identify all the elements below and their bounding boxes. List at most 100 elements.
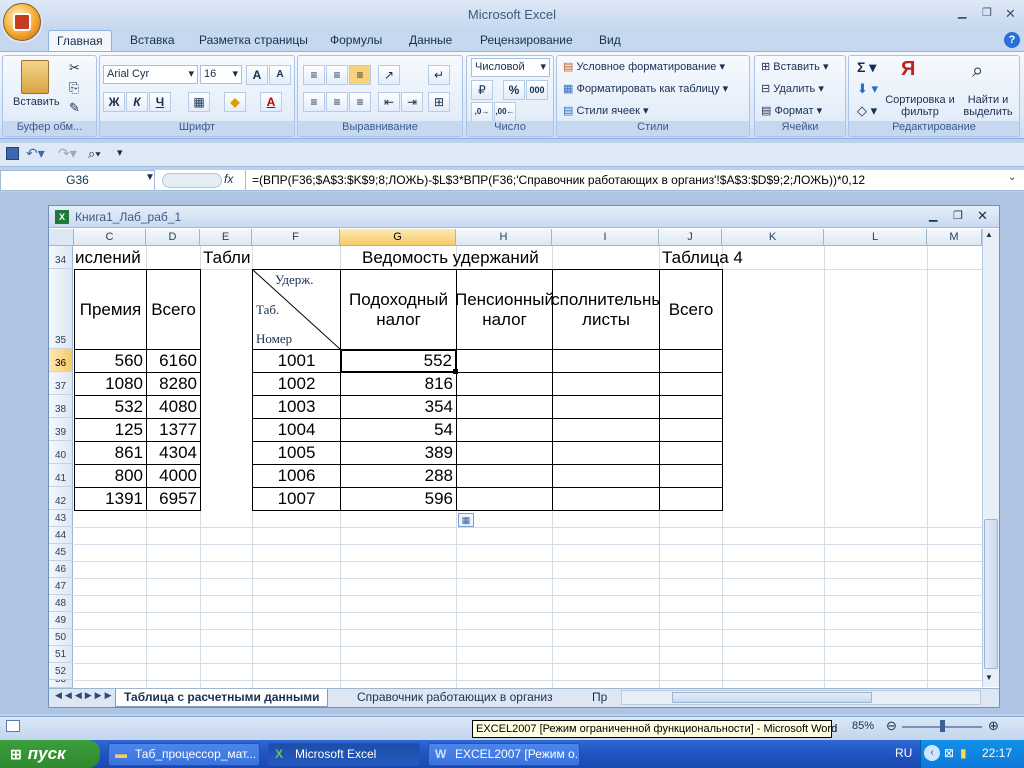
cell-i36[interactable] <box>552 349 660 373</box>
language-indicator[interactable]: RU <box>895 746 912 760</box>
cell-d39[interactable]: 1377 <box>146 418 201 442</box>
cell-g40[interactable]: 389 <box>340 441 457 465</box>
taskbar-item-word[interactable]: W EXCEL2007 [Режим о... <box>428 743 580 766</box>
cell-d38[interactable]: 4080 <box>146 395 201 419</box>
scrollbar-thumb[interactable] <box>984 519 998 669</box>
sheet-tab[interactable]: Пр <box>584 689 615 707</box>
cell-i41[interactable] <box>552 464 660 488</box>
format-as-table-button[interactable]: ▦ Форматировать как таблицу ▾ <box>563 82 728 95</box>
tab-formulas[interactable]: Формулы <box>322 30 390 52</box>
row-header[interactable]: 34 <box>49 246 73 269</box>
column-header-e[interactable]: E <box>200 229 252 246</box>
cell-j37[interactable] <box>659 372 723 396</box>
expand-formula-icon[interactable]: ⌄ <box>1008 172 1016 183</box>
row-header[interactable]: 48 <box>49 595 73 612</box>
cell-g34[interactable]: Ведомость удержаний <box>362 247 612 268</box>
align-bottom-icon[interactable]: ≡ <box>349 65 371 85</box>
thousands-button[interactable]: 000 <box>526 80 548 100</box>
increase-indent-icon[interactable]: ⇥ <box>401 92 423 112</box>
zoom-level[interactable]: 85% <box>852 720 874 732</box>
decrease-decimal-icon[interactable]: ,00← <box>494 102 516 122</box>
font-color-icon[interactable]: A <box>260 92 282 112</box>
cell-f41[interactable]: 1006 <box>252 464 341 488</box>
horizontal-scrollbar[interactable] <box>621 690 981 705</box>
select-all-corner[interactable] <box>49 229 74 246</box>
wb-restore-icon[interactable]: ❐ <box>953 209 963 222</box>
cell-g39[interactable]: 54 <box>340 418 457 442</box>
percent-button[interactable]: % <box>503 80 525 100</box>
tray-expand-icon[interactable]: ‹ <box>924 745 940 761</box>
cell-f36[interactable]: 1001 <box>252 349 341 373</box>
cell-h36[interactable] <box>456 349 553 373</box>
zoom-out-icon[interactable]: ⊖ <box>886 718 897 734</box>
h-scrollbar-thumb[interactable] <box>672 692 872 703</box>
merge-center-icon[interactable]: ⊞ <box>428 92 450 112</box>
column-header-i[interactable]: I <box>552 229 659 246</box>
undo-icon[interactable]: ↶▾ <box>26 145 45 162</box>
align-left-icon[interactable]: ≡ <box>303 92 325 112</box>
name-box-dropdown-icon[interactable]: ▼ <box>145 172 155 183</box>
cell-j42[interactable] <box>659 487 723 511</box>
row-header[interactable]: 51 <box>49 646 73 663</box>
fill-icon[interactable]: ⬇ ▾ <box>857 81 878 97</box>
tab-insert[interactable]: Вставка <box>122 30 183 52</box>
shrink-font-icon[interactable]: A <box>269 65 291 85</box>
cell-h42[interactable] <box>456 487 553 511</box>
name-box[interactable]: G36 <box>0 170 155 191</box>
fill-color-icon[interactable]: ◆ <box>224 92 246 112</box>
row-header[interactable]: 45 <box>49 544 73 561</box>
row-header[interactable]: 39 <box>49 418 73 441</box>
scroll-up-icon[interactable]: ▲ <box>985 230 993 239</box>
office-button[interactable] <box>3 3 41 41</box>
delete-cells-button[interactable]: ⊟ Удалить ▾ <box>761 82 824 95</box>
cell-h39[interactable] <box>456 418 553 442</box>
underline-button[interactable]: Ч <box>149 92 171 112</box>
formula-input[interactable]: =(ВПР(F36;$A$3:$K$9;8;ЛОЖЬ)-$L$3*ВПР(F36… <box>245 170 1005 191</box>
tab-review[interactable]: Рецензирование <box>472 30 581 52</box>
clear-icon[interactable]: ◇ ▾ <box>857 103 877 119</box>
sheet-nav-icons[interactable]: ◀◀◀▶▶▶ <box>55 690 115 701</box>
cell-j36[interactable] <box>659 349 723 373</box>
align-middle-icon[interactable]: ≡ <box>326 65 348 85</box>
cell-j41[interactable] <box>659 464 723 488</box>
signal-icon[interactable]: ▮ <box>960 746 967 760</box>
sort-filter-button[interactable]: Сортировка и фильтр <box>885 94 955 118</box>
cell-e34[interactable]: Таблиц <box>203 247 251 268</box>
insert-cells-button[interactable]: ⊞ Вставить ▾ <box>761 60 829 73</box>
cell-j34[interactable]: Таблица 4 <box>662 247 752 268</box>
formula-bar-splitter[interactable] <box>162 173 222 188</box>
start-button[interactable]: ⊞ пуск <box>0 740 100 768</box>
align-center-icon[interactable]: ≡ <box>326 92 348 112</box>
minimize-icon[interactable]: ▁ <box>958 6 966 19</box>
orientation-icon[interactable]: ↗ <box>378 65 400 85</box>
zoom-in-icon[interactable]: ⊕ <box>988 718 999 734</box>
cell-h40[interactable] <box>456 441 553 465</box>
cell-c42[interactable]: 1391 <box>74 487 147 511</box>
cell-d37[interactable]: 8280 <box>146 372 201 396</box>
cell-f39[interactable]: 1004 <box>252 418 341 442</box>
column-header-c[interactable]: C <box>74 229 146 246</box>
cell-c35[interactable]: Премия <box>74 269 147 350</box>
cell-i38[interactable] <box>552 395 660 419</box>
taskbar-item-excel[interactable]: X Microsoft Excel <box>268 743 420 766</box>
cell-h38[interactable] <box>456 395 553 419</box>
decrease-indent-icon[interactable]: ⇤ <box>378 92 400 112</box>
restore-icon[interactable]: ❐ <box>982 6 992 19</box>
copy-icon[interactable]: ⎘ <box>69 80 79 96</box>
cell-g41[interactable]: 288 <box>340 464 457 488</box>
cell-d40[interactable]: 4304 <box>146 441 201 465</box>
format-cells-button[interactable]: ▤ Формат ▾ <box>761 104 822 117</box>
tab-view[interactable]: Вид <box>591 30 629 52</box>
cell-g37[interactable]: 816 <box>340 372 457 396</box>
cell-f38[interactable]: 1003 <box>252 395 341 419</box>
cell-j38[interactable] <box>659 395 723 419</box>
cell-c34[interactable]: ислений <box>75 247 175 268</box>
cell-c36[interactable]: 560 <box>74 349 147 373</box>
tab-page-layout[interactable]: Разметка страницы <box>191 30 316 52</box>
cell-h35[interactable]: Пенсионный налог <box>456 269 553 350</box>
cut-icon[interactable]: ✂ <box>69 60 80 76</box>
tab-data[interactable]: Данные <box>401 30 460 52</box>
wb-minimize-icon[interactable]: ▁ <box>929 209 937 222</box>
increase-decimal-icon[interactable]: ,0→ <box>471 102 493 122</box>
save-icon[interactable] <box>6 147 19 160</box>
